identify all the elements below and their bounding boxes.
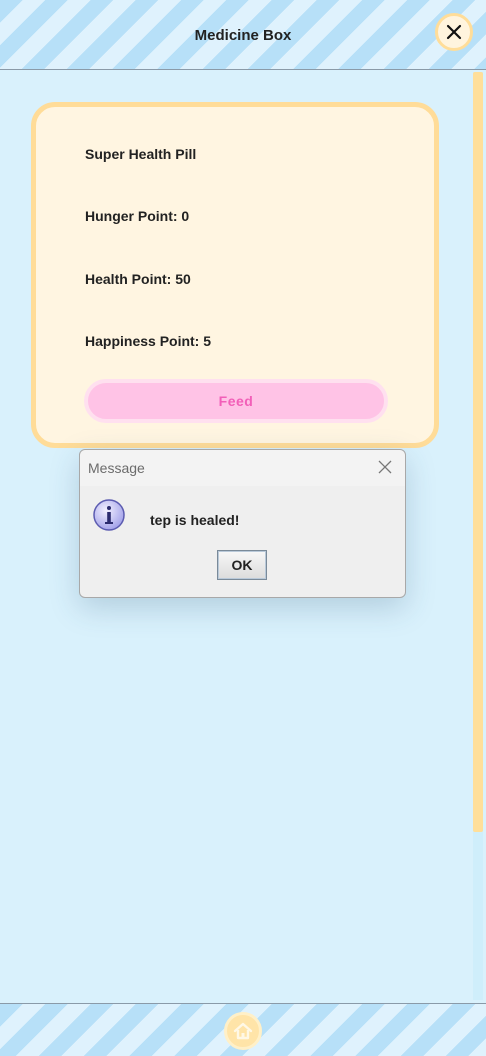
dialog-title: Message [88, 460, 145, 476]
info-icon [93, 499, 125, 531]
dialog-titlebar[interactable]: Message [80, 450, 405, 486]
home-button[interactable] [224, 1012, 262, 1050]
home-icon [233, 1022, 253, 1040]
footer-bar [0, 1003, 486, 1056]
item-name: Super Health Pill [85, 146, 197, 162]
header-bar: Medicine Box [0, 0, 486, 70]
hunger-point: Hunger Point: 0 [85, 208, 190, 224]
page-title: Medicine Box [194, 27, 292, 44]
close-icon [446, 24, 462, 40]
feed-button[interactable]: Feed [84, 379, 388, 423]
message-dialog: Message tep is healed! OK [79, 449, 406, 598]
happiness-point: Happiness Point: 5 [85, 333, 212, 349]
dialog-message: tep is healed! [150, 512, 240, 528]
close-button[interactable] [435, 13, 473, 51]
ok-button[interactable]: OK [217, 550, 267, 580]
dialog-close-icon[interactable] [377, 459, 393, 475]
scrollbar-thumb[interactable] [473, 72, 483, 832]
medicine-card: Super Health Pill Hunger Point: 0 Health… [31, 102, 439, 448]
health-point: Health Point: 50 [85, 271, 191, 287]
